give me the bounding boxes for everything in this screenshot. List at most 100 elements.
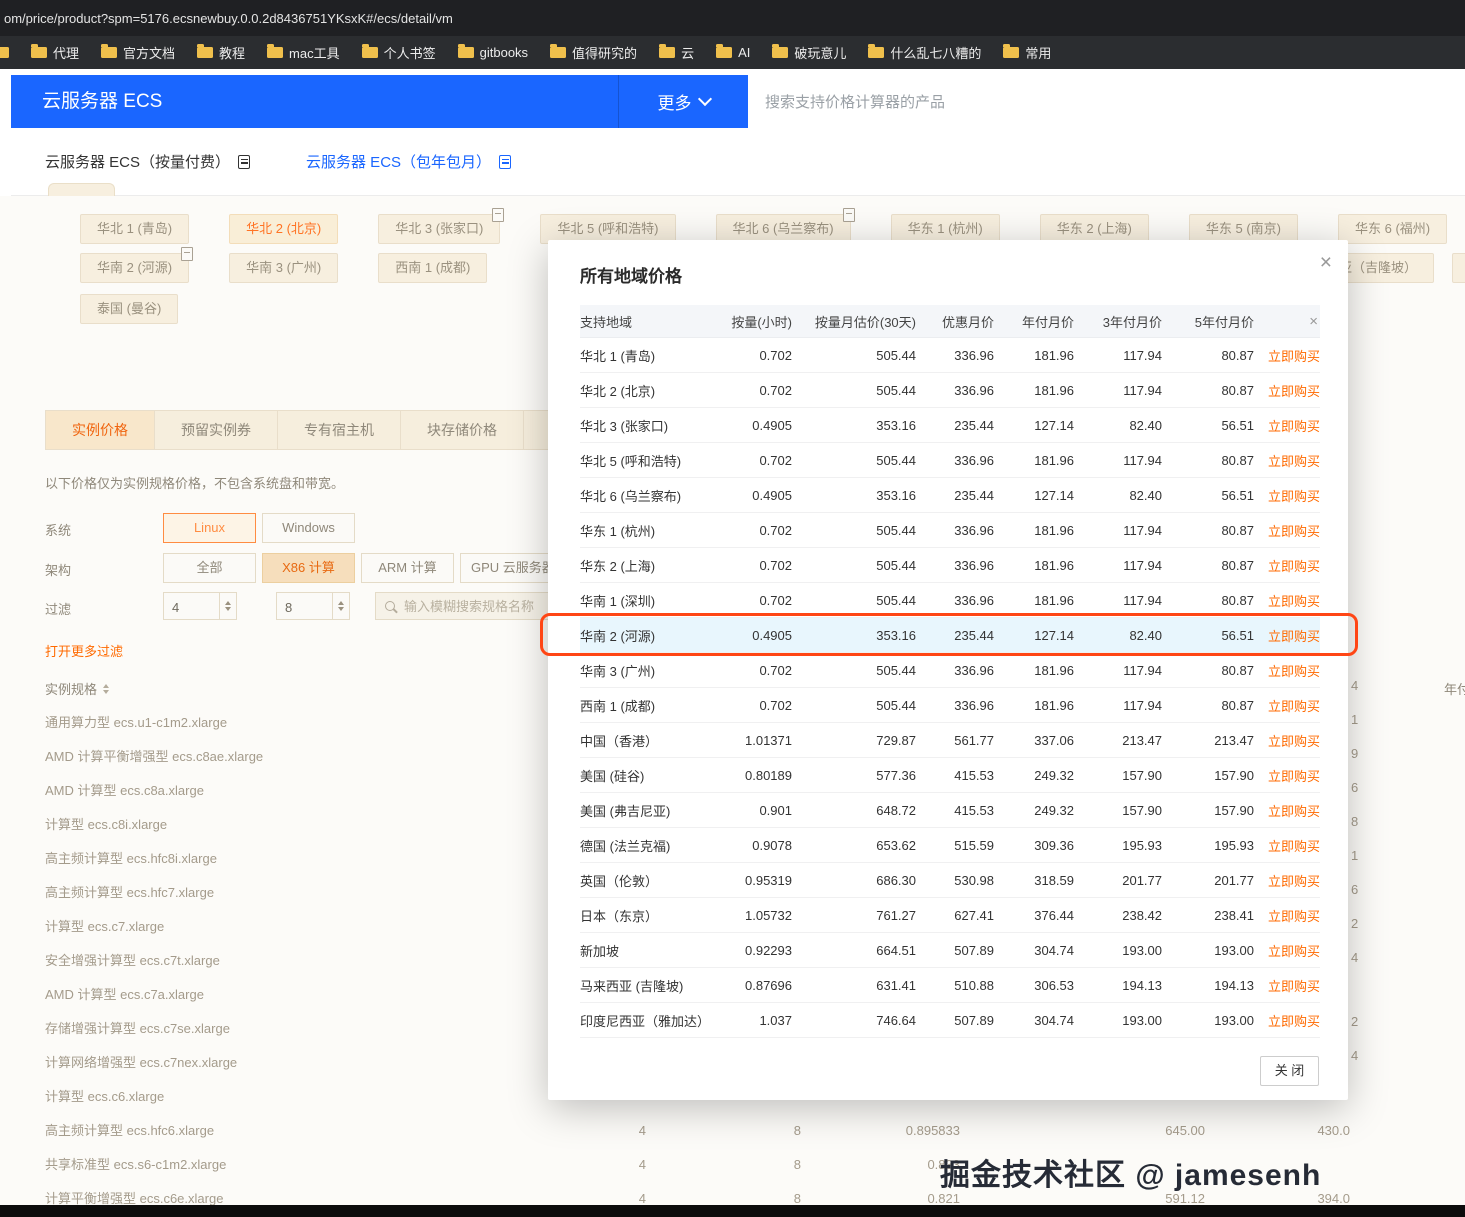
- buy-now-link[interactable]: 立即购买: [1268, 734, 1320, 749]
- stepper-up-icon[interactable]: [220, 593, 236, 606]
- calculator-badge-icon: [492, 208, 504, 222]
- region-button[interactable]: 华东 6 (福州): [1338, 214, 1447, 244]
- region-button[interactable]: 华北 3 (张家口): [378, 214, 500, 244]
- browser-url-bar[interactable]: om/price/product?spm=5176.ecsnewbuy.0.0.…: [0, 0, 1465, 36]
- price-tab[interactable]: 预留实例券: [154, 410, 278, 450]
- buy-now-link[interactable]: 立即购买: [1268, 419, 1320, 434]
- stepper-down-icon[interactable]: [333, 606, 349, 619]
- buy-now-link[interactable]: 立即购买: [1268, 909, 1320, 924]
- instance-spec-item[interactable]: AMD 计算平衡增强型 ecs.c8ae.xlarge: [45, 740, 263, 774]
- instance-spec-item[interactable]: 高主频计算型 ecs.hfc8i.xlarge: [45, 842, 263, 876]
- buy-cell: 立即购买: [1254, 828, 1320, 863]
- bookmark-item[interactable]: 常用: [1003, 43, 1051, 62]
- price-tab[interactable]: 专有宿主机: [277, 410, 401, 450]
- bookmark-item[interactable]: 破玩意儿: [772, 43, 846, 62]
- price-value: 0.702: [714, 548, 792, 583]
- system-option[interactable]: Linux: [163, 513, 256, 543]
- instance-spec-item[interactable]: 安全增强计算型 ecs.c7t.xlarge: [45, 944, 263, 978]
- instance-spec-item[interactable]: 通用算力型 ecs.u1-c1m2.xlarge: [45, 706, 263, 740]
- stepper-arrows: [332, 593, 349, 619]
- memory-stepper[interactable]: [276, 592, 350, 620]
- region-button[interactable]: 印度尼西亚（雅加达）: [1452, 253, 1465, 283]
- buy-now-link[interactable]: 立即购买: [1268, 944, 1320, 959]
- price-value: 0.87696: [714, 968, 792, 1003]
- close-icon[interactable]: ×: [1320, 252, 1332, 273]
- arch-option[interactable]: ARM 计算: [361, 553, 454, 583]
- price-value: 729.87: [792, 723, 916, 758]
- instance-spec-item[interactable]: 存储增强计算型 ecs.c7se.xlarge: [45, 1012, 263, 1046]
- product-search-input[interactable]: 搜索支持价格计算器的产品: [748, 75, 1465, 128]
- more-menu[interactable]: 更多: [618, 75, 748, 128]
- instance-spec-item[interactable]: 计算型 ecs.c6.xlarge: [45, 1080, 263, 1114]
- arch-option[interactable]: X86 计算: [262, 553, 355, 583]
- vcpu-stepper[interactable]: [163, 592, 237, 620]
- buy-cell: 立即购买: [1254, 443, 1320, 478]
- background-table-cell: 8: [755, 1123, 801, 1138]
- instance-spec-item[interactable]: 共享标准型 ecs.s6-c1m2.xlarge: [45, 1148, 263, 1182]
- price-table-row: 华东 2 (上海)0.702505.44336.96181.96117.9480…: [580, 548, 1320, 583]
- bookmark-item[interactable]: 什么乱七八糟的: [868, 43, 981, 62]
- bookmark-item[interactable]: gitbooks: [458, 45, 528, 60]
- chevron-down-icon: [697, 92, 711, 106]
- bookmark-item[interactable]: 官方文档: [101, 43, 175, 62]
- spec-list-header[interactable]: 实例规格: [45, 679, 109, 698]
- buy-now-link[interactable]: 立即购买: [1268, 664, 1320, 679]
- price-value: 336.96: [916, 653, 994, 688]
- buy-cell: 立即购买: [1254, 688, 1320, 723]
- bookmark-label: 教程: [219, 43, 245, 62]
- buy-now-link[interactable]: 立即购买: [1268, 1014, 1320, 1029]
- buy-now-link[interactable]: 立即购买: [1268, 804, 1320, 819]
- bookmark-item[interactable]: 云: [659, 43, 694, 62]
- instance-spec-item[interactable]: AMD 计算型 ecs.c7a.xlarge: [45, 978, 263, 1012]
- tab-pay-as-you-go[interactable]: 云服务器 ECS（按量付费）: [45, 151, 250, 172]
- bookmark-item[interactable]: 值得研究的: [550, 43, 637, 62]
- region-button[interactable]: 泰国 (曼谷): [80, 294, 178, 324]
- buy-now-link[interactable]: 立即购买: [1268, 489, 1320, 504]
- buy-now-link[interactable]: 立即购买: [1268, 384, 1320, 399]
- bookmark-item[interactable]: mac工具: [267, 43, 340, 62]
- arch-option[interactable]: 全部: [163, 553, 256, 583]
- stepper-down-icon[interactable]: [220, 606, 236, 619]
- buy-now-link[interactable]: 立即购买: [1268, 454, 1320, 469]
- buy-now-link[interactable]: 立即购买: [1268, 629, 1320, 644]
- instance-spec-item[interactable]: 高主频计算型 ecs.hfc7.xlarge: [45, 876, 263, 910]
- buy-now-link[interactable]: 立即购买: [1268, 979, 1320, 994]
- price-value: 1.01371: [714, 723, 792, 758]
- buy-now-link[interactable]: 立即购买: [1268, 874, 1320, 889]
- close-icon[interactable]: ×: [1309, 313, 1320, 330]
- price-value: 181.96: [994, 443, 1074, 478]
- bookmark-item[interactable]: AI: [716, 45, 750, 60]
- price-value: 194.13: [1074, 968, 1162, 1003]
- buy-now-link[interactable]: 立即购买: [1268, 769, 1320, 784]
- bookmark-item[interactable]: 教程: [197, 43, 245, 62]
- background-table-cell: 4: [600, 1123, 646, 1138]
- region-button[interactable]: 华北 1 (青岛): [80, 214, 189, 244]
- price-value: 0.901: [714, 793, 792, 828]
- buy-now-link[interactable]: 立即购买: [1268, 594, 1320, 609]
- stepper-up-icon[interactable]: [333, 593, 349, 606]
- bookmark-item[interactable]: 个人书签: [362, 43, 436, 62]
- price-value: 80.87: [1162, 513, 1254, 548]
- folder-icon: [31, 47, 47, 58]
- price-tab[interactable]: 实例价格: [45, 410, 155, 450]
- instance-spec-item[interactable]: 计算型 ecs.c8i.xlarge: [45, 808, 263, 842]
- more-filter-link[interactable]: 打开更多过滤: [45, 641, 123, 660]
- buy-now-link[interactable]: 立即购买: [1268, 559, 1320, 574]
- instance-spec-item[interactable]: 计算型 ecs.c7.xlarge: [45, 910, 263, 944]
- instance-spec-item[interactable]: 计算网络增强型 ecs.c7nex.xlarge: [45, 1046, 263, 1080]
- buy-now-link[interactable]: 立即购买: [1268, 349, 1320, 364]
- instance-spec-item[interactable]: 高主频计算型 ecs.hfc6.xlarge: [45, 1114, 263, 1148]
- folder-icon: [772, 47, 788, 58]
- region-button[interactable]: 华北 2 (北京): [229, 214, 338, 244]
- price-value: 181.96: [994, 373, 1074, 408]
- buy-now-link[interactable]: 立即购买: [1268, 524, 1320, 539]
- region-row-3: 泰国 (曼谷): [80, 294, 178, 324]
- bookmark-item[interactable]: 代理: [31, 43, 79, 62]
- buy-now-link[interactable]: 立即购买: [1268, 699, 1320, 714]
- tab-subscription[interactable]: 云服务器 ECS（包年包月）: [306, 151, 511, 172]
- close-button[interactable]: 关 闭: [1260, 1056, 1319, 1086]
- price-tab[interactable]: 块存储价格: [400, 410, 524, 450]
- buy-now-link[interactable]: 立即购买: [1268, 839, 1320, 854]
- system-option[interactable]: Windows: [262, 513, 355, 543]
- instance-spec-item[interactable]: AMD 计算型 ecs.c8a.xlarge: [45, 774, 263, 808]
